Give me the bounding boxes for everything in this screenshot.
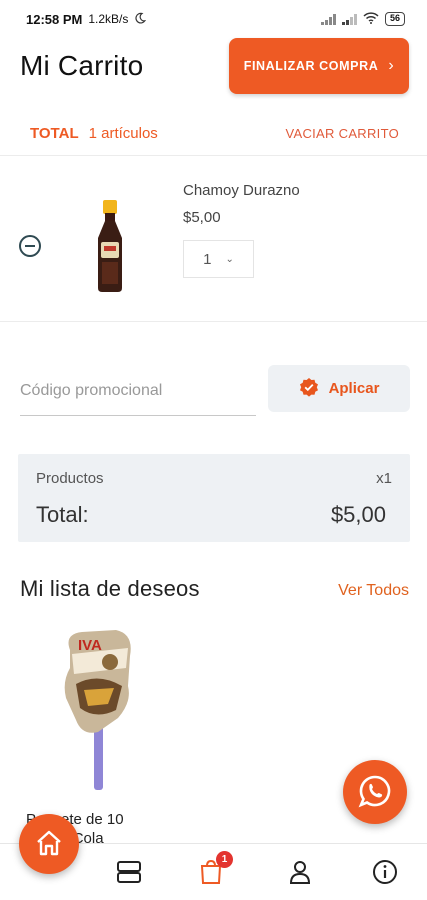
- info-icon[interactable]: [371, 858, 399, 886]
- total-label: TOTAL: [30, 125, 79, 142]
- quantity-select[interactable]: 1 ⌄: [183, 240, 254, 278]
- summary-products-label: Productos: [36, 470, 104, 487]
- status-time: 12:58 PM: [26, 11, 83, 27]
- remove-item-icon[interactable]: [18, 234, 42, 258]
- product-image[interactable]: [84, 198, 136, 294]
- summary-total-value: $5,00: [330, 502, 386, 527]
- status-bar: 12:58 PM 1.2kB/s 56: [0, 0, 427, 38]
- wishlist-product-image[interactable]: IVA: [58, 628, 138, 792]
- svg-text:IVA: IVA: [78, 637, 102, 654]
- cart-total-row: TOTAL 1 artículos VACIAR CARRITO: [0, 112, 427, 156]
- whatsapp-button[interactable]: [343, 760, 407, 824]
- summary-total-label: Total:: [36, 502, 89, 527]
- cart-icon[interactable]: 1: [197, 851, 233, 886]
- verified-badge-icon: [299, 377, 319, 401]
- signal-icon: [320, 13, 336, 25]
- empty-cart-button[interactable]: VACIAR CARRITO: [285, 126, 399, 141]
- product-price: $5,00: [183, 209, 221, 226]
- quantity-value: 1: [203, 250, 212, 268]
- summary-products-count: x1: [376, 470, 392, 487]
- item-count: 1 artículos: [88, 125, 158, 142]
- status-right: 56: [320, 11, 405, 27]
- network-speed: 1.2kB/s: [88, 12, 129, 26]
- moon-icon: [134, 12, 147, 27]
- chevron-right-icon: ›: [388, 57, 395, 74]
- order-summary: Productos x1 Total: $5,00: [18, 454, 410, 542]
- apply-promo-button[interactable]: Aplicar: [268, 365, 410, 412]
- signal-icon-2: [341, 13, 357, 25]
- battery-icon: 56: [384, 12, 405, 26]
- home-icon: [35, 830, 63, 859]
- promo-code-input[interactable]: [20, 366, 256, 416]
- checkout-button[interactable]: FINALIZAR COMPRA ›: [229, 38, 409, 94]
- page-title: Mi Carrito: [20, 50, 144, 81]
- chevron-down-icon: ⌄: [225, 253, 234, 265]
- profile-icon[interactable]: [286, 858, 314, 886]
- home-button[interactable]: [19, 814, 79, 874]
- product-name[interactable]: Chamoy Durazno: [183, 182, 300, 199]
- see-all-link[interactable]: Ver Todos: [338, 582, 409, 600]
- cart-item: Chamoy Durazno $5,00 1 ⌄: [0, 162, 427, 322]
- apply-promo-label: Aplicar: [328, 380, 380, 397]
- checkout-button-label: FINALIZAR COMPRA: [243, 59, 379, 73]
- header: Mi Carrito FINALIZAR COMPRA ›: [0, 38, 427, 98]
- wishlist-title: Mi lista de deseos: [20, 576, 200, 601]
- whatsapp-icon: [358, 774, 392, 811]
- wifi-icon: [363, 11, 379, 27]
- catalog-icon[interactable]: [115, 858, 143, 886]
- cart-badge: 1: [216, 851, 233, 868]
- status-left: 12:58 PM 1.2kB/s: [26, 11, 147, 27]
